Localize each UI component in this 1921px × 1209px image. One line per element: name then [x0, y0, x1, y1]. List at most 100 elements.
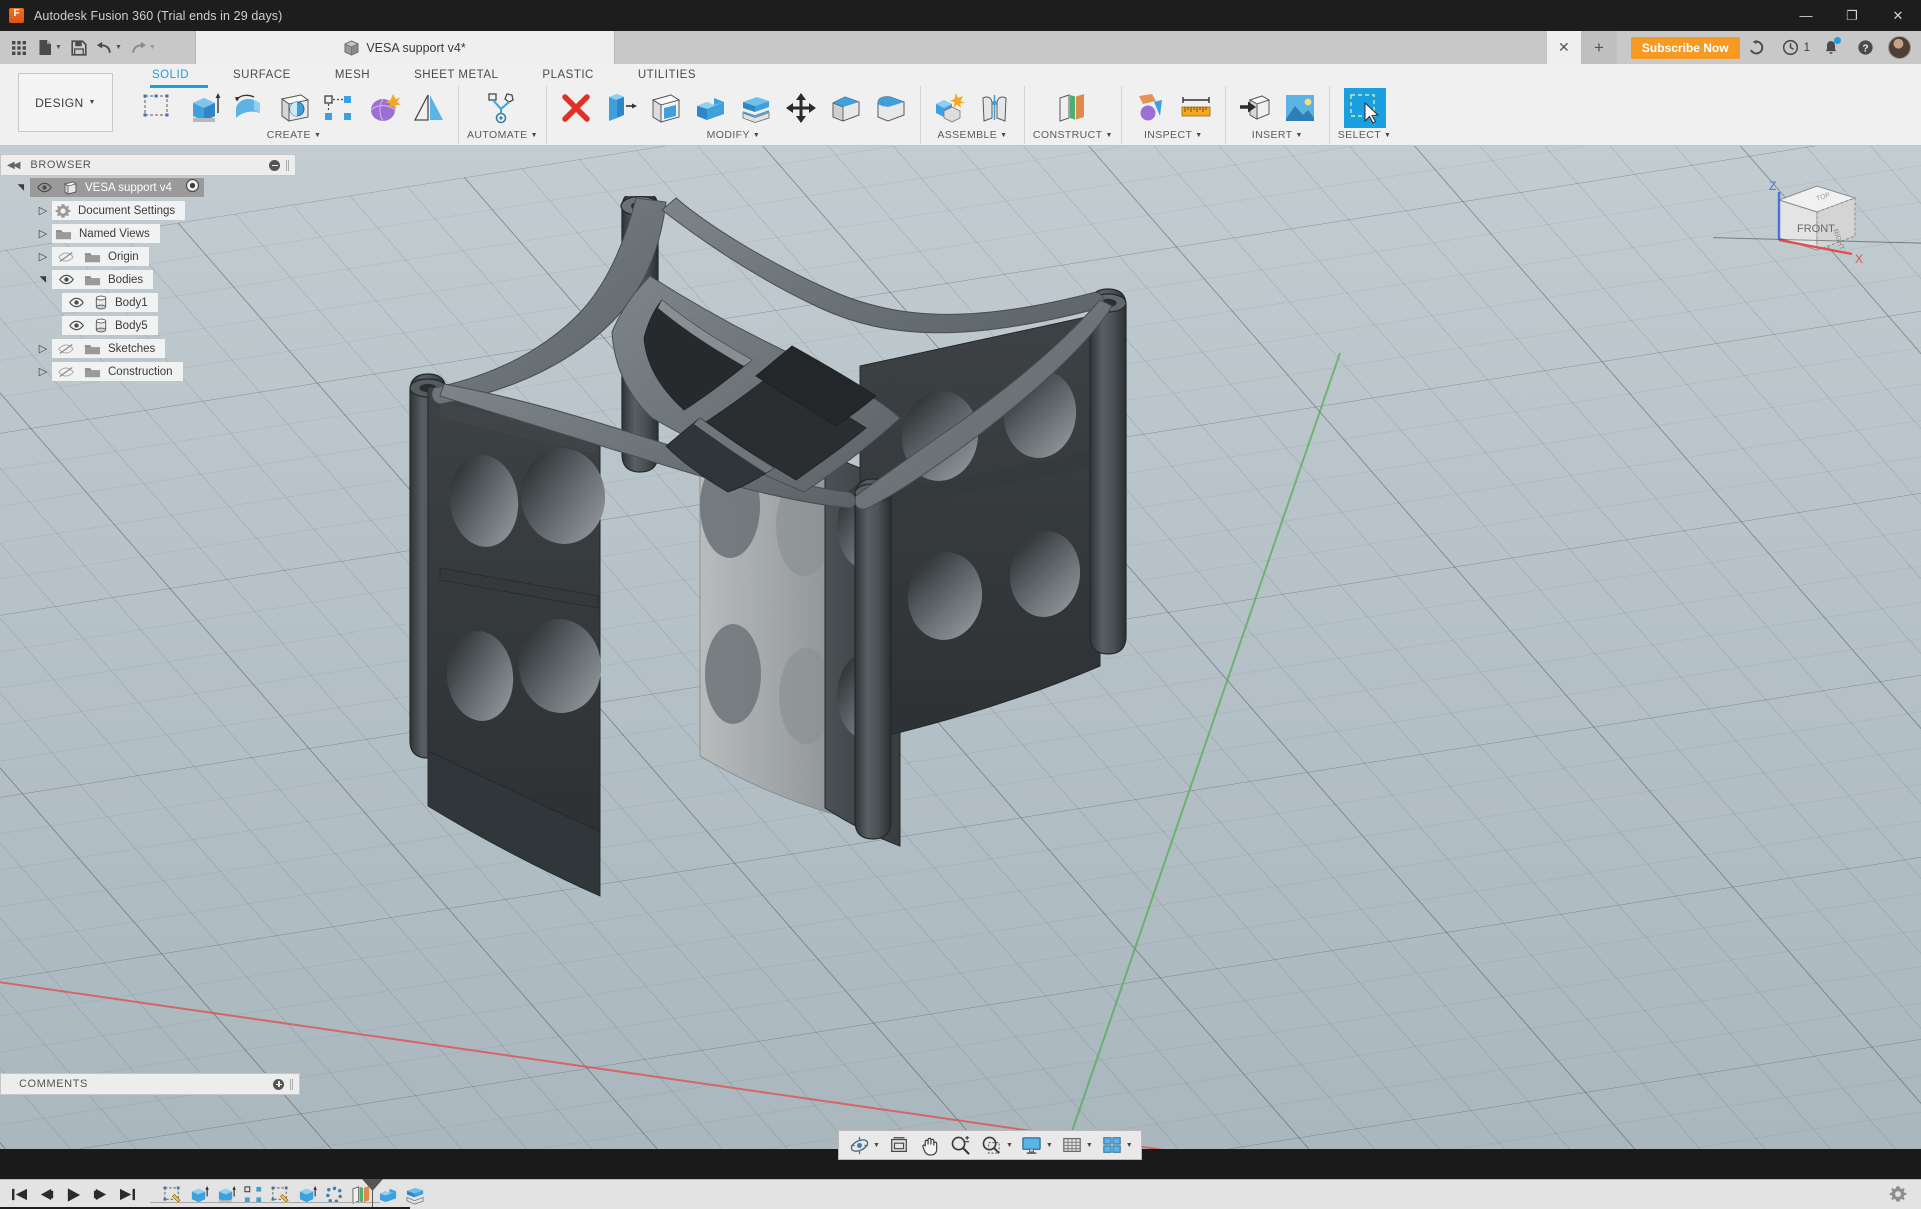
chevron-down-icon[interactable]: ▼: [1046, 1142, 1053, 1149]
fillet-tool[interactable]: [870, 88, 912, 128]
twisty-icon[interactable]: [34, 250, 52, 263]
add-comment-icon[interactable]: [273, 1078, 284, 1090]
press-pull-tool[interactable]: [600, 88, 642, 128]
ribbon-panel-select-label[interactable]: SELECT ▼: [1338, 129, 1392, 141]
ribbon-tab-surface[interactable]: SURFACE: [211, 64, 313, 85]
chevron-down-icon[interactable]: ▼: [873, 1142, 880, 1149]
insert-derive-tool[interactable]: [1234, 88, 1276, 128]
delete-tool[interactable]: [555, 88, 597, 128]
visibility-eye-icon[interactable]: [65, 294, 87, 312]
gear-icon[interactable]: [1889, 1185, 1907, 1203]
visibility-eye-icon[interactable]: [33, 179, 55, 197]
tab-close-button[interactable]: ✕: [1546, 31, 1581, 64]
chevron-down-icon[interactable]: ▼: [1006, 1142, 1013, 1149]
visibility-eye-off-icon[interactable]: [55, 340, 77, 358]
twisty-icon[interactable]: [34, 204, 52, 217]
offset-face-tool[interactable]: [735, 88, 777, 128]
browser-node-body5[interactable]: Body5: [0, 314, 300, 337]
app-grid-icon[interactable]: [6, 35, 32, 61]
avatar[interactable]: [1888, 36, 1911, 59]
ribbon-tab-utilities[interactable]: UTILITIES: [616, 64, 718, 85]
zoom-tool[interactable]: [946, 1132, 976, 1158]
ribbon-panel-construct-label[interactable]: CONSTRUCT ▼: [1033, 129, 1113, 141]
new-tab-button[interactable]: +: [1580, 31, 1617, 64]
extrude-tool[interactable]: [183, 88, 225, 128]
measure-tool[interactable]: [1175, 88, 1217, 128]
visibility-eye-icon[interactable]: [55, 271, 77, 289]
timeline-marker[interactable]: [372, 1181, 373, 1207]
ribbon-panel-inspect-label[interactable]: INSPECT ▼: [1144, 129, 1203, 141]
view-cube[interactable]: FRONT TOP RIGHT Z X: [1713, 168, 1921, 268]
maximize-button[interactable]: ❐: [1829, 0, 1875, 31]
browser-node-named-views[interactable]: Named Views: [0, 222, 300, 245]
chevron-down-icon[interactable]: ▼: [1126, 1142, 1133, 1149]
new-component-tool[interactable]: [929, 88, 971, 128]
joint-tool[interactable]: [974, 88, 1016, 128]
browser-node-bodies[interactable]: Bodies: [0, 268, 300, 291]
clock-icon[interactable]: [1774, 31, 1808, 64]
visibility-eye-off-icon[interactable]: [55, 248, 77, 266]
fit-view-tool[interactable]: [884, 1132, 914, 1158]
combine-tool[interactable]: [690, 88, 732, 128]
ribbon-panel-assemble-label[interactable]: ASSEMBLE ▼: [937, 129, 1007, 141]
browser-node-sketches[interactable]: Sketches: [0, 337, 300, 360]
ribbon-tab-solid[interactable]: SOLID: [130, 64, 211, 85]
timeline-step-back-button[interactable]: [35, 1184, 57, 1206]
ribbon-tab-sheet-metal[interactable]: SHEET METAL: [392, 64, 520, 85]
refresh-icon[interactable]: [1740, 31, 1774, 64]
timeline-go-start-button[interactable]: [8, 1184, 30, 1206]
twisty-icon[interactable]: [34, 365, 52, 378]
browser-node-construction[interactable]: Construction: [0, 360, 300, 383]
help-icon[interactable]: ?: [1848, 31, 1882, 64]
twisty-icon[interactable]: [34, 342, 52, 355]
collapse-left-icon[interactable]: ◀◀: [7, 160, 20, 171]
automate-tool[interactable]: [481, 88, 523, 128]
display-settings-tool[interactable]: ▼: [1017, 1132, 1056, 1158]
visibility-eye-off-icon[interactable]: [55, 363, 77, 381]
timeline-offset-feature[interactable]: [403, 1184, 427, 1206]
timeline-track[interactable]: [150, 1202, 380, 1203]
create-form-mirror-tool[interactable]: [408, 88, 450, 128]
chamfer-tool[interactable]: [825, 88, 867, 128]
ribbon-panel-create-label[interactable]: CREATE ▼: [267, 129, 322, 141]
close-button[interactable]: ✕: [1875, 0, 1921, 31]
pattern-tool[interactable]: [318, 88, 360, 128]
undo-caret-icon[interactable]: ▼: [115, 44, 122, 51]
ribbon-tab-plastic[interactable]: PLASTIC: [520, 64, 615, 85]
browser-node-origin[interactable]: Origin: [0, 245, 300, 268]
chevron-down-icon[interactable]: ▼: [1086, 1142, 1093, 1149]
orbit-tool[interactable]: ▼: [844, 1132, 883, 1158]
ribbon-tab-mesh[interactable]: MESH: [313, 64, 392, 85]
timeline-play-button[interactable]: [62, 1184, 84, 1206]
create-sketch-tool[interactable]: [138, 88, 180, 128]
ribbon-panel-modify-label[interactable]: MODIFY ▼: [707, 129, 761, 141]
minimize-button[interactable]: —: [1783, 0, 1829, 31]
model-vesa-support[interactable]: [400, 196, 1200, 976]
browser-node-vesa-support-v4[interactable]: VESA support v4: [0, 176, 300, 199]
section-analysis-tool[interactable]: [1130, 88, 1172, 128]
timeline-step-forward-button[interactable]: [89, 1184, 111, 1206]
viewports-tool[interactable]: ▼: [1097, 1132, 1136, 1158]
form-tool[interactable]: [363, 88, 405, 128]
timeline-go-end-button[interactable]: [116, 1184, 138, 1206]
ribbon-panel-automate-label[interactable]: AUTOMATE ▼: [467, 129, 538, 141]
insert-canvas-tool[interactable]: [1279, 88, 1321, 128]
offset-plane-tool[interactable]: [1052, 88, 1094, 128]
new-file-caret-icon[interactable]: ▼: [55, 44, 62, 51]
pan-tool[interactable]: [915, 1132, 945, 1158]
bell-icon[interactable]: [1814, 31, 1848, 64]
comments-resize-grip[interactable]: [290, 1078, 293, 1090]
browser-resize-grip[interactable]: [286, 159, 289, 171]
save-icon[interactable]: [66, 35, 92, 61]
zoom-window-tool[interactable]: ▼: [977, 1132, 1016, 1158]
activate-component-icon[interactable]: [185, 178, 200, 198]
browser-node-document-settings[interactable]: Document Settings: [0, 199, 300, 222]
revolve-tool[interactable]: [228, 88, 270, 128]
select-tool[interactable]: [1343, 88, 1386, 128]
ribbon-panel-insert-label[interactable]: INSERT ▼: [1252, 129, 1303, 141]
browser-collapse-button[interactable]: [269, 159, 280, 171]
visibility-eye-icon[interactable]: [65, 317, 87, 335]
shell-tool[interactable]: [645, 88, 687, 128]
grid-snaps-tool[interactable]: ▼: [1057, 1132, 1096, 1158]
document-tab[interactable]: VESA support v4*: [195, 31, 615, 64]
